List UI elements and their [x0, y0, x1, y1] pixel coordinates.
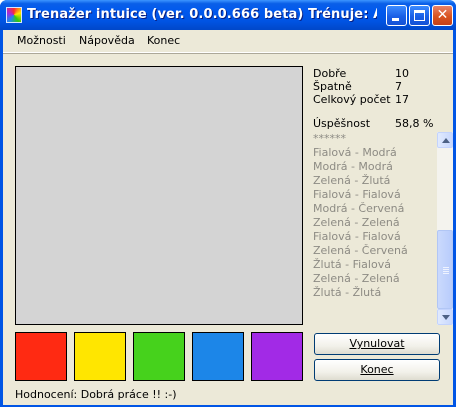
wrong-label: Špatně: [313, 80, 352, 93]
menu-konec[interactable]: Konec: [147, 34, 180, 47]
menu-moznosti[interactable]: Možnosti: [17, 34, 66, 47]
scroll-up-icon: [442, 138, 450, 143]
correct-value: 10: [395, 67, 409, 80]
success-value: 58,8 %: [395, 117, 434, 130]
scroll-grip-line: [443, 269, 449, 270]
title-bar[interactable]: Trenažer intuice (ver. 0.0.0.666 beta) T…: [0, 0, 456, 30]
client-area: Možnosti Nápověda Konec Dobře 10 Špatně …: [3, 30, 453, 405]
minimize-button[interactable]: [386, 5, 407, 26]
reset-button[interactable]: Vynulovat: [314, 333, 440, 355]
menu-napoveda[interactable]: Nápověda: [79, 34, 135, 47]
total-value: 17: [395, 93, 409, 106]
maximize-button[interactable]: [409, 5, 430, 26]
history-entry: Fialová - Fialová: [313, 188, 401, 201]
window-title: Trenažer intuice (ver. 0.0.0.666 beta) T…: [27, 7, 377, 22]
app-window: Trenažer intuice (ver. 0.0.0.666 beta) T…: [0, 0, 456, 407]
end-button[interactable]: Konec: [314, 359, 440, 381]
status-text: Hodnocení: Dobrá práce !! :-): [15, 388, 177, 401]
history-entry: Modrá - Modrá: [313, 160, 393, 173]
end-button-label: Konec: [360, 363, 394, 376]
menu-bar: Možnosti Nápověda Konec: [3, 30, 453, 53]
success-label: Úspěšnost: [313, 117, 371, 130]
history-entry: Zelená - Zelená: [313, 272, 400, 285]
close-button[interactable]: ✕: [432, 5, 453, 26]
scroll-down-icon: [442, 315, 450, 320]
scroll-up-button[interactable]: [437, 132, 453, 148]
history-entry: Modrá - Červená: [313, 202, 405, 215]
correct-label: Dobře: [313, 67, 347, 80]
history-scrollbar[interactable]: [437, 132, 453, 325]
maximize-icon: [414, 10, 425, 21]
history-separator: ******: [313, 132, 346, 145]
scroll-grip-line: [443, 271, 449, 272]
minimize-icon: [392, 18, 399, 21]
scroll-grip-line: [443, 267, 449, 268]
total-label: Celkový počet: [313, 93, 391, 106]
wrong-value: 7: [395, 80, 402, 93]
swatch-red[interactable]: [15, 332, 67, 381]
history-entry: Žlutá - Žlutá: [313, 286, 382, 299]
color-display: [15, 66, 303, 325]
main-panel: Dobře 10 Špatně 7 Celkový počet 17 Úspěš…: [3, 53, 453, 405]
close-icon: ✕: [436, 7, 449, 23]
swatch-yellow[interactable]: [74, 332, 126, 381]
scroll-grip-line: [443, 273, 449, 274]
history-entry: Zelená - Červená: [313, 244, 408, 257]
history-entry: Fialová - Fialová: [313, 230, 401, 243]
swatch-purple[interactable]: [251, 332, 303, 381]
history-entry: Žlutá - Fialová: [313, 258, 391, 271]
scroll-thumb[interactable]: [437, 230, 453, 309]
swatch-green[interactable]: [133, 332, 185, 381]
history-list[interactable]: ****** Fialová - Modrá Modrá - Modrá Zelen…: [313, 132, 451, 325]
history-entry: Fialová - Modrá: [313, 146, 397, 159]
app-icon[interactable]: [6, 7, 22, 23]
history-entry: Zelená - Zelená: [313, 216, 400, 229]
reset-button-label: Vynulovat: [349, 337, 405, 350]
history-entry: Zelená - Žlutá: [313, 174, 391, 187]
scroll-down-button[interactable]: [437, 309, 453, 325]
swatch-blue[interactable]: [192, 332, 244, 381]
